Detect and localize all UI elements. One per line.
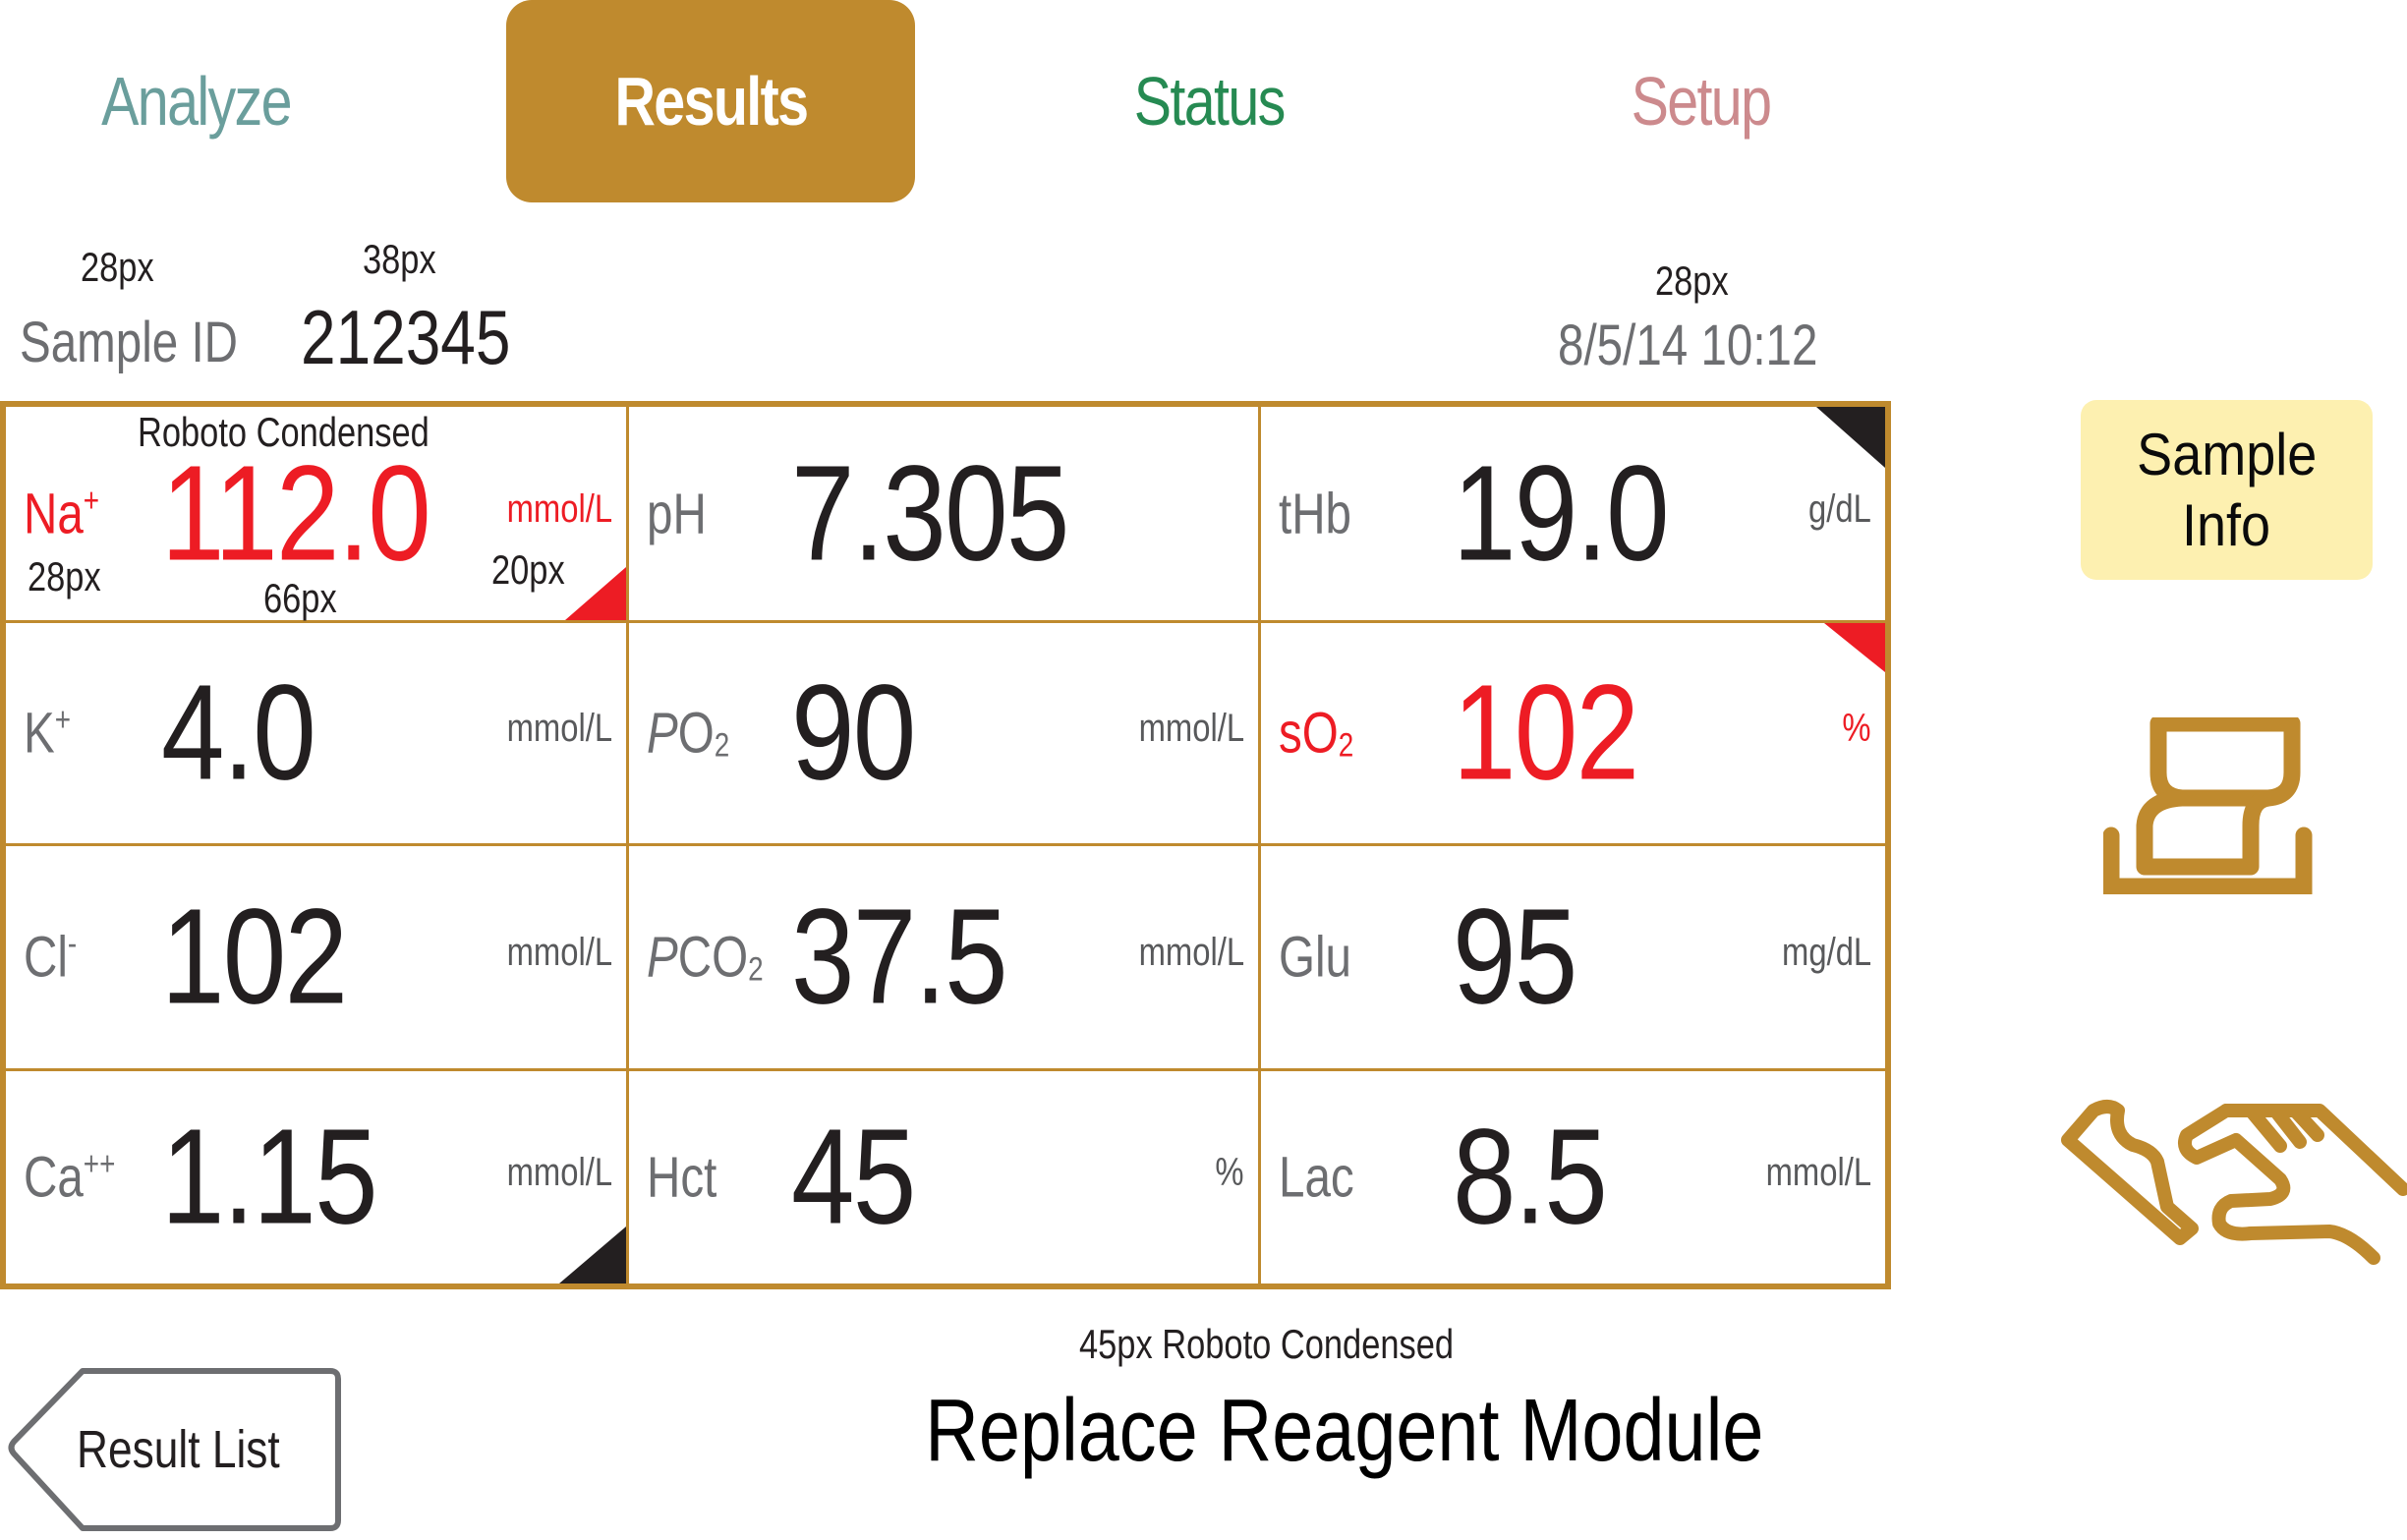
analyte-label: tHb [1279, 482, 1352, 545]
annotation-sample-id-label-size: 28px [81, 244, 154, 290]
result-cell-so2[interactable]: sO2 102% [1261, 623, 1885, 846]
printer-icon [2102, 714, 2313, 895]
result-cell-po2[interactable]: PO2 90 mmol/L [629, 623, 1261, 846]
annotation-date-size: 28px [1655, 257, 1729, 304]
analyte-label: PCO2 [647, 925, 764, 990]
results-grid: Na+ 112.0 mmol/L pH 7.305 tHb 19.0 g/dL K+ 4.0 mmo… [0, 401, 1891, 1289]
analyte-value: 102 [1453, 656, 1639, 809]
result-cell-pco2[interactable]: PCO2 37.5 mmol/L [629, 846, 1261, 1071]
analyte-unit: % [1215, 1151, 1244, 1194]
sample-id-value: 212345 [301, 294, 511, 380]
tab-analyze-label: Analyze [101, 63, 293, 140]
result-cell-lac[interactable]: Lac 8.5 mmol/L [1261, 1071, 1885, 1283]
annotation-font-name: Roboto Condensed [138, 409, 430, 455]
analyte-label: K+ [24, 701, 72, 766]
analyte-unit: g/dL [1808, 486, 1871, 531]
result-cell-ca[interactable]: Ca++ 1.15 mmol/L [6, 1071, 629, 1283]
analyte-unit: mmol/L [506, 931, 612, 974]
print-button[interactable] [2102, 714, 2320, 895]
hand-insert-module-icon [2061, 1100, 2407, 1265]
analyte-label: PO2 [647, 701, 730, 766]
analyte-label: Hct [647, 1145, 717, 1210]
analyte-label: sO2 [1279, 701, 1354, 766]
result-cell-hct[interactable]: Hct 45% [629, 1071, 1261, 1283]
analyte-value: 95 [1453, 881, 1577, 1033]
analyte-label: Glu [1279, 925, 1352, 990]
annotation-analyte-label-size: 28px [28, 553, 101, 599]
analyte-label: Lac [1279, 1145, 1354, 1210]
result-list-label: Result List [76, 1420, 280, 1479]
result-cell-thb[interactable]: tHb 19.0 g/dL [1261, 407, 1885, 623]
tab-setup-label: Setup [1631, 63, 1771, 140]
tab-results-label: Results [614, 63, 809, 140]
analyte-unit: mmol/L [1138, 931, 1244, 974]
tab-status[interactable]: Status [1052, 0, 1366, 202]
analyte-value: 8.5 [1453, 1101, 1608, 1253]
analyte-label: Ca++ [24, 1145, 116, 1210]
analyte-value: 1.15 [161, 1101, 378, 1253]
analyte-unit: % [1842, 707, 1871, 750]
analyte-unit: mmol/L [1765, 1151, 1871, 1194]
result-flag-red-top-right-icon [1824, 623, 1885, 672]
result-cell-ph[interactable]: pH 7.305 [629, 407, 1261, 623]
analyte-unit: mg/dL [1781, 931, 1871, 974]
result-cell-k[interactable]: K+ 4.0 mmol/L [6, 623, 629, 846]
analyte-value: 4.0 [161, 656, 316, 809]
sample-id-label: Sample ID [20, 311, 239, 374]
sample-info-line1: Sample [2136, 421, 2318, 487]
result-list-button[interactable]: Result List [4, 1365, 342, 1534]
replace-reagent-button[interactable] [2054, 1091, 2407, 1278]
analyte-value: 102 [161, 881, 348, 1033]
result-flag-black-bottom-right-icon [559, 1226, 626, 1283]
sample-info-line2: Info [2182, 491, 2271, 558]
tab-setup[interactable]: Setup [1543, 0, 1858, 202]
tab-results[interactable]: Results [506, 0, 915, 202]
analyte-value: 45 [791, 1101, 916, 1253]
analyte-value: 7.305 [791, 437, 1069, 589]
sample-info-button[interactable]: Sample Info [2081, 400, 2373, 580]
annotation-sample-id-value-size: 38px [363, 236, 436, 282]
tab-analyze[interactable]: Analyze [39, 0, 354, 202]
result-flag-black-top-right-icon [1816, 407, 1885, 468]
analyte-label: Cl- [24, 925, 78, 990]
annotation-message-spec: 45px Roboto Condensed [1079, 1321, 1455, 1367]
sample-datetime: 8/5/14 10:12 [1558, 314, 1818, 377]
result-cell-cl[interactable]: Cl- 102 mmol/L [6, 846, 629, 1071]
analyte-value: 90 [791, 656, 916, 809]
status-message: Replace Reagent Module [925, 1382, 1764, 1480]
annotation-unit-size: 20px [491, 546, 565, 593]
analyte-unit: mmol/L [1138, 707, 1244, 750]
annotation-value-size: 66px [263, 575, 337, 621]
analyte-unit: mmol/L [506, 486, 612, 531]
tab-status-label: Status [1133, 63, 1287, 140]
analyte-value: 112.0 [161, 437, 431, 589]
analyte-value: 19.0 [1453, 437, 1670, 589]
analyte-unit: mmol/L [506, 1151, 612, 1194]
analyte-label: pH [647, 482, 707, 545]
analyte-label: Na+ [24, 482, 100, 545]
analyte-unit: mmol/L [506, 707, 612, 750]
result-cell-glu[interactable]: Glu 95 mg/dL [1261, 846, 1885, 1071]
analyte-value: 37.5 [791, 881, 1008, 1033]
